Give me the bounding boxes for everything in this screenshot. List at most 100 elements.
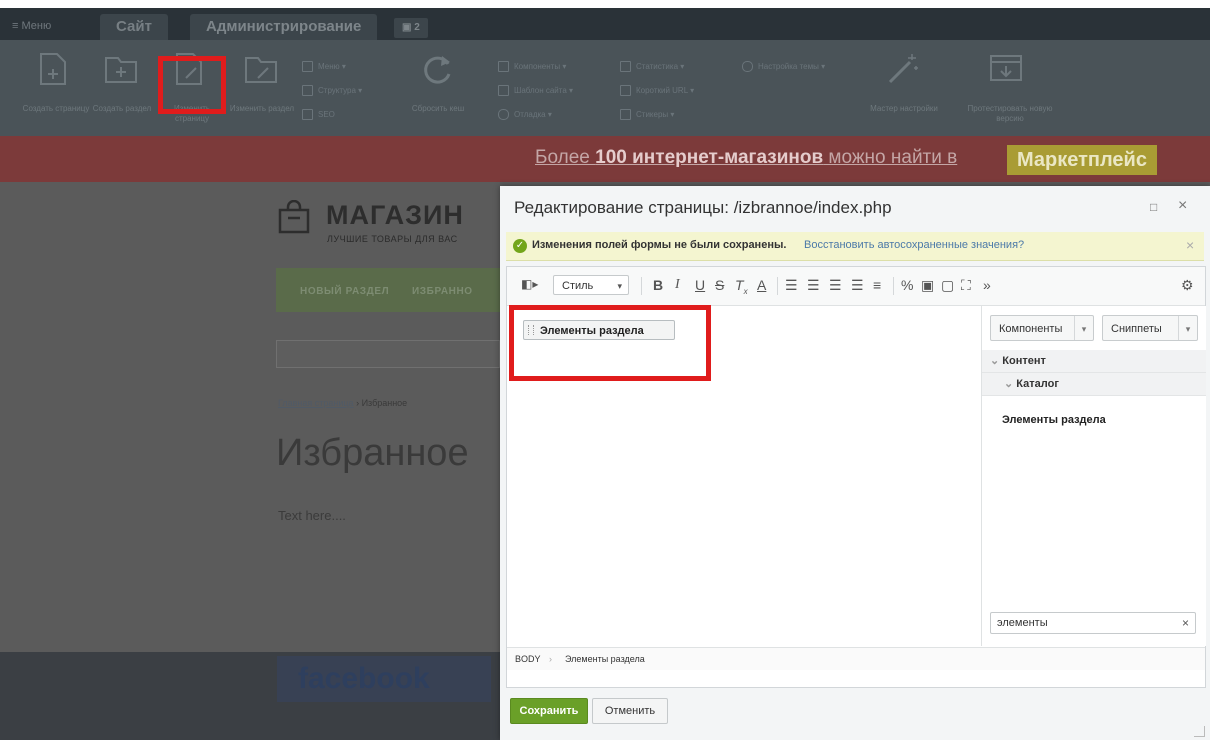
menu-icon [302,61,313,73]
refresh-icon [424,56,451,84]
template-icon [498,85,509,97]
resize-handle[interactable] [1194,726,1205,737]
tree-node-catalog[interactable]: ⌄ Каталог [982,373,1206,396]
toolbar-site-template-label: Шаблон сайта [514,86,567,95]
facebook-link[interactable]: facebook [298,662,430,696]
check-circle-icon: ✓ [513,239,527,253]
toolbar-theme-settings[interactable]: Настройка темы ▾ [742,60,825,74]
tree-leaf-section-elements[interactable]: Элементы раздела [1002,414,1106,426]
components-dropdown[interactable]: Компоненты ▾ [990,315,1094,341]
clear-search-icon[interactable]: × [1182,613,1189,633]
toolbar-menu-label: Меню [318,62,340,71]
chevron-down-icon: ▾ [617,281,622,291]
edit-folder-icon [245,57,277,83]
toggle-view-icon[interactable]: ◧▸ [521,277,538,291]
components-sidebar: Компоненты ▾ Сниппеты ▾ ⌄ Контент ⌄ Катало… [981,306,1206,646]
edit-section-button[interactable]: Изменить раздел [230,48,294,128]
toolbar-menu[interactable]: Меню ▾ [302,60,346,74]
shop-search-field[interactable] [276,340,500,368]
banner-text-bold: 100 интернет-магазинов [595,147,824,168]
page-title: Избранное [276,432,469,474]
toolbar-short-url[interactable]: Короткий URL ▾ [620,84,694,98]
create-page-button[interactable]: Создать страницу [23,48,89,128]
chevron-down-icon: ▾ [1074,316,1093,340]
align-icon[interactable]: ≡ [873,277,881,293]
nav-favorites[interactable]: ИЗБРАННО [412,286,473,297]
component-search-input[interactable]: элементы × [990,612,1196,634]
toolbar-separator [893,277,894,295]
seo-icon [302,109,313,121]
save-button[interactable]: Сохранить [510,698,588,724]
toolbar-statistics[interactable]: Статистика ▾ [620,60,684,74]
breadcrumb: Главная страница › Избранное [278,398,407,408]
toolbar-stickers[interactable]: Стикеры ▾ [620,108,674,122]
tab-site[interactable]: Сайт [100,14,168,40]
toolbar-structure[interactable]: Структура ▾ [302,84,362,98]
link-icon[interactable]: % [901,277,913,293]
breadcrumb-current: Избранное [361,398,408,408]
breadcrumb-home[interactable]: Главная страница [278,398,354,408]
video-icon[interactable]: ▢ [941,277,954,294]
marketplace-badge[interactable]: Маркетплейс [1007,145,1157,175]
toolbar-theme-settings-label: Настройка темы [758,62,819,71]
underline-icon[interactable]: U [695,277,705,293]
toolbar-site-template[interactable]: Шаблон сайта ▾ [498,84,573,98]
wizard-button[interactable]: Мастер настройки [870,48,938,128]
highlight-edit-page [158,56,226,114]
clear-format-icon[interactable]: Tx [735,277,748,296]
toolbar-short-url-label: Короткий URL [636,86,688,95]
style-select[interactable]: Стиль ▾ [553,275,629,295]
reset-cache-button[interactable]: Сбросить кеш [412,48,464,128]
structure-icon [302,85,313,97]
magic-wand-icon [888,54,918,84]
tab-administration[interactable]: Администрирование [190,14,378,40]
dismiss-warning-icon[interactable]: × [1186,237,1194,253]
snippets-dropdown-label: Сниппеты [1111,323,1162,335]
element-path-bar: BODY › Элементы раздела [507,647,1205,670]
path-component[interactable]: Элементы раздела [565,648,645,670]
restore-autosave-link[interactable]: Восстановить автосохраненные значения? [804,239,1024,251]
strikethrough-icon[interactable]: S [715,277,724,293]
test-version-label: Протестировать новую версию [967,104,1053,123]
components-dropdown-label: Компоненты [999,323,1063,335]
create-page-label: Создать страницу [22,104,90,113]
bold-icon[interactable]: B [653,277,663,293]
cancel-button[interactable]: Отменить [592,698,668,724]
create-section-label: Создать раздел [92,104,152,113]
shopping-bag-icon [278,200,310,234]
create-section-button[interactable]: Создать раздел [93,48,151,128]
menu-tab[interactable]: ≡ Меню [6,16,57,36]
banner-text[interactable]: Более 100 интернет-магазинов можно найти… [535,147,957,169]
toolbar-components[interactable]: Компоненты ▾ [498,60,566,74]
path-body[interactable]: BODY [515,648,541,670]
breadcrumb-separator: › [356,398,360,408]
expand-icon: ⌄ [990,355,1000,367]
more-icon[interactable]: » [983,277,991,293]
image-icon[interactable]: ▣ [921,277,934,294]
download-window-icon [990,55,1022,81]
italic-icon[interactable]: I [675,277,680,293]
toolbar-debug[interactable]: Отладка ▾ [498,108,552,122]
tree-node-content-label: Контент [1002,355,1046,367]
text-color-icon[interactable]: A [757,277,766,293]
sticker-icon [620,109,631,121]
snippets-dropdown[interactable]: Сниппеты ▾ [1102,315,1198,341]
outdent-icon[interactable]: ☰ [829,277,842,294]
notification-icon: ▣ [402,22,415,33]
tree-node-content[interactable]: ⌄ Контент [982,350,1206,373]
test-version-button[interactable]: Протестировать новую версию [968,48,1052,128]
style-select-value: Стиль [562,280,594,292]
notifications-count: 2 [414,22,420,33]
toolbar-components-label: Компоненты [514,62,561,71]
nav-new-section[interactable]: НОВЫЙ РАЗДЕЛ [300,286,389,297]
toolbar-seo[interactable]: SEO [302,108,335,122]
maximize-icon[interactable]: □ [1150,200,1157,214]
unordered-list-icon[interactable]: ☰ [807,277,820,294]
notifications-badge[interactable]: ▣ 2 [394,18,428,38]
ordered-list-icon[interactable]: ☰ [785,277,798,294]
expand-icon: ⌄ [1004,378,1014,390]
settings-gear-icon[interactable]: ⚙ [1181,277,1194,294]
close-icon[interactable]: × [1178,197,1187,215]
indent-icon[interactable]: ☰ [851,277,864,294]
fullscreen-icon[interactable]: ⛶ [961,277,971,294]
